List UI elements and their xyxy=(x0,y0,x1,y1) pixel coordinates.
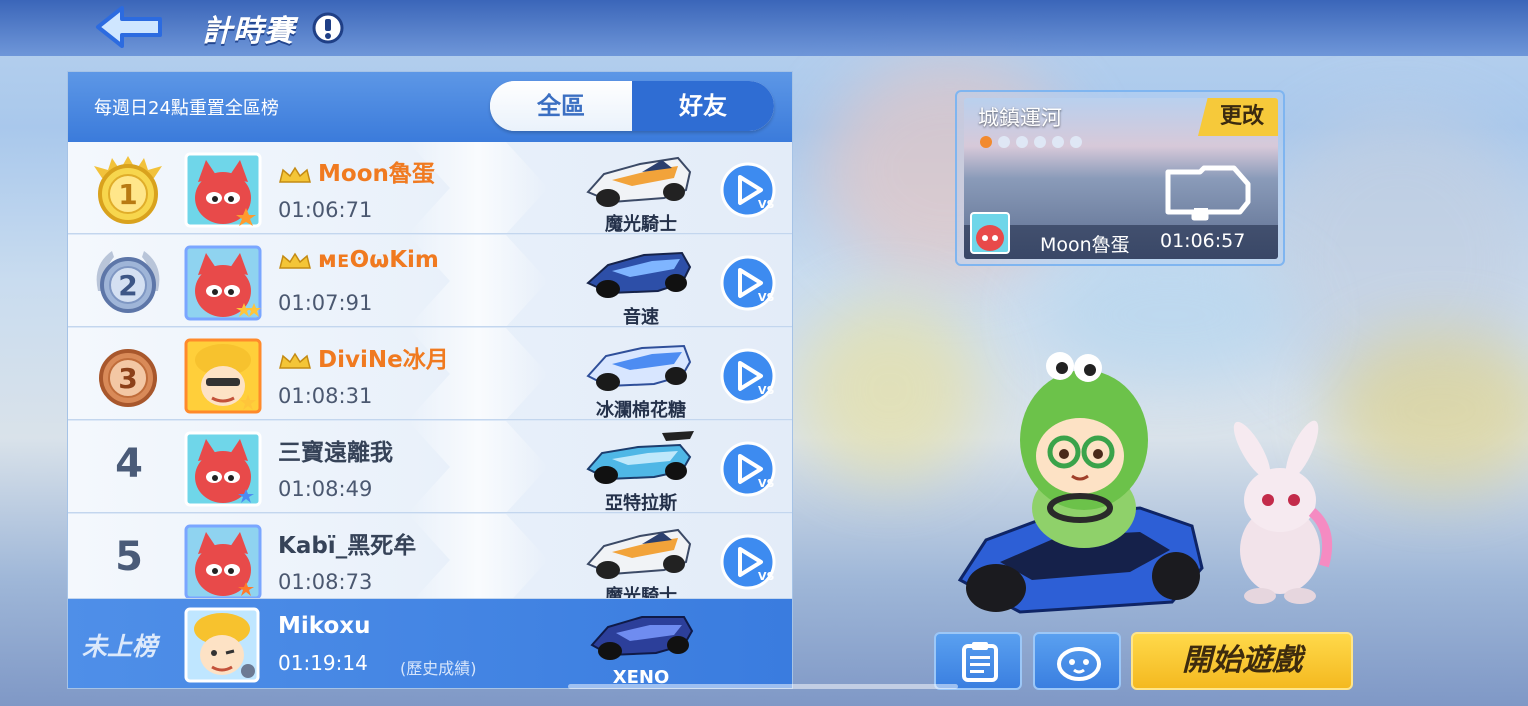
info-icon[interactable] xyxy=(312,12,344,44)
reset-note: 每週日24點重置全區榜 xyxy=(94,98,279,119)
vs-play-icon[interactable]: VS xyxy=(720,534,776,590)
svg-text:VS: VS xyxy=(758,570,775,583)
kart-name: 魔光騎士 xyxy=(605,586,677,599)
scope-toggle: 全區 好友 xyxy=(490,81,774,131)
my-player-name: Mikoxu xyxy=(278,613,371,639)
lap-time: 01:07:91 xyxy=(278,291,373,315)
player-name: DiviNe冰月 xyxy=(278,340,449,374)
lap-time: 01:08:31 xyxy=(278,384,373,408)
rank-number: 4 xyxy=(115,441,143,487)
character-kart-scene xyxy=(957,352,1332,614)
scrollbar[interactable] xyxy=(568,684,958,689)
leaderboard-row[interactable]: 1 Moon魯蛋 01:06:71 魔光騎士 VS xyxy=(68,142,792,234)
gold-medal-icon: 1 xyxy=(94,156,162,224)
back-arrow-icon[interactable] xyxy=(94,4,166,50)
player-name: Moon魯蛋 xyxy=(278,154,435,188)
track-preview: 城鎮運河 更改 Moon魯蛋 01:06:57 xyxy=(964,98,1278,259)
tab-all-region[interactable]: 全區 xyxy=(490,81,632,131)
kart-image xyxy=(586,251,692,298)
clipboard-icon xyxy=(962,642,998,682)
kart-name: 亞特拉斯 xyxy=(605,493,677,513)
record-list-button[interactable] xyxy=(934,632,1022,690)
leaderboard-row[interactable]: 5 Kabï_黑死牟 01:08:73 魔光騎士 VS xyxy=(68,514,792,599)
player-name-text: Moon魯蛋 xyxy=(318,161,435,187)
silver-medal-icon: 2 xyxy=(96,251,160,313)
crown-icon xyxy=(279,352,311,369)
track-map-icon xyxy=(1165,165,1251,221)
svg-text:1: 1 xyxy=(118,178,137,211)
start-game-button[interactable]: 開始遊戲 xyxy=(1131,632,1353,690)
kart-name: 音速 xyxy=(623,307,659,327)
svg-text:3: 3 xyxy=(118,362,137,395)
record-holder-name: Moon魯蛋 xyxy=(1040,234,1130,256)
avatar[interactable] xyxy=(184,152,262,228)
kart-image xyxy=(586,431,694,484)
avatar[interactable] xyxy=(184,607,260,683)
lap-time: 01:06:71 xyxy=(278,198,373,222)
player-name: ᴍᴇʘωKim xyxy=(278,247,439,273)
lap-time: 01:08:49 xyxy=(278,477,373,501)
avatar[interactable] xyxy=(184,431,262,507)
kart-image xyxy=(586,156,692,207)
kart-name: 魔光騎士 xyxy=(605,214,677,234)
leaderboard-row[interactable]: 4 三寶遠離我 01:08:49 亞特拉斯 VS xyxy=(68,421,792,513)
avatar[interactable] xyxy=(184,338,262,414)
leaderboard-row[interactable]: 2 ᴍᴇʘωKim 01:07:91 音速 VS xyxy=(68,235,792,327)
mascot-button[interactable] xyxy=(1033,632,1121,690)
record-time: 01:06:57 xyxy=(1160,230,1246,252)
record-holder-avatar xyxy=(970,212,1010,254)
my-rank-row: 未上榜 Mikoxu 01:19:14 (歷史成績) XENO xyxy=(68,599,792,688)
vs-play-icon[interactable]: VS xyxy=(720,162,776,218)
svg-text:VS: VS xyxy=(758,291,775,304)
svg-text:VS: VS xyxy=(758,198,775,211)
vs-play-icon[interactable]: VS xyxy=(720,348,776,404)
kart-image xyxy=(586,344,692,391)
track-card[interactable]: 城鎮運河 更改 Moon魯蛋 01:06:57 xyxy=(955,90,1285,266)
crown-icon xyxy=(279,252,311,269)
my-lap-time: 01:19:14 xyxy=(278,651,368,675)
leaderboard-row[interactable]: 3 DiviNe冰月 01:08:31 冰瀾棉花糖 VS xyxy=(68,328,792,420)
player-name-text: ᴍᴇʘωKim xyxy=(318,247,439,273)
top-bar: 計時賽 xyxy=(0,0,1528,56)
player-name: 三寶遠離我 xyxy=(278,440,393,466)
change-track-button[interactable]: 更改 xyxy=(1198,98,1278,136)
track-name: 城鎮運河 xyxy=(978,106,1062,130)
svg-text:2: 2 xyxy=(118,269,137,302)
leaderboard-panel: 每週日24點重置全區榜 全區 好友 1 Moon魯蛋 01:06:71 魔光騎士… xyxy=(67,71,793,689)
leaderboard-header: 每週日24點重置全區榜 全區 好友 xyxy=(68,72,792,142)
lap-time: 01:08:73 xyxy=(278,570,373,594)
svg-text:VS: VS xyxy=(758,384,775,397)
player-name: Kabï_黑死牟 xyxy=(278,533,417,559)
avatar[interactable] xyxy=(184,245,262,321)
crown-icon xyxy=(279,166,311,183)
progress-dots xyxy=(980,136,1082,148)
player-name-text: DiviNe冰月 xyxy=(318,347,449,373)
kart-image xyxy=(590,616,694,660)
unranked-label: 未上榜 xyxy=(82,632,158,661)
page-title: 計時賽 xyxy=(202,14,295,49)
mascot-icon xyxy=(1057,647,1101,681)
vs-play-icon[interactable]: VS xyxy=(720,441,776,497)
bronze-medal-icon: 3 xyxy=(99,349,157,407)
vs-play-icon[interactable]: VS xyxy=(720,255,776,311)
kart-name: 冰瀾棉花糖 xyxy=(596,400,686,420)
avatar[interactable] xyxy=(184,524,262,599)
kart-image xyxy=(586,528,692,579)
rank-number: 5 xyxy=(115,534,143,580)
tab-friends[interactable]: 好友 xyxy=(632,81,774,131)
history-label: (歷史成績) xyxy=(400,659,477,678)
svg-text:VS: VS xyxy=(758,477,775,490)
